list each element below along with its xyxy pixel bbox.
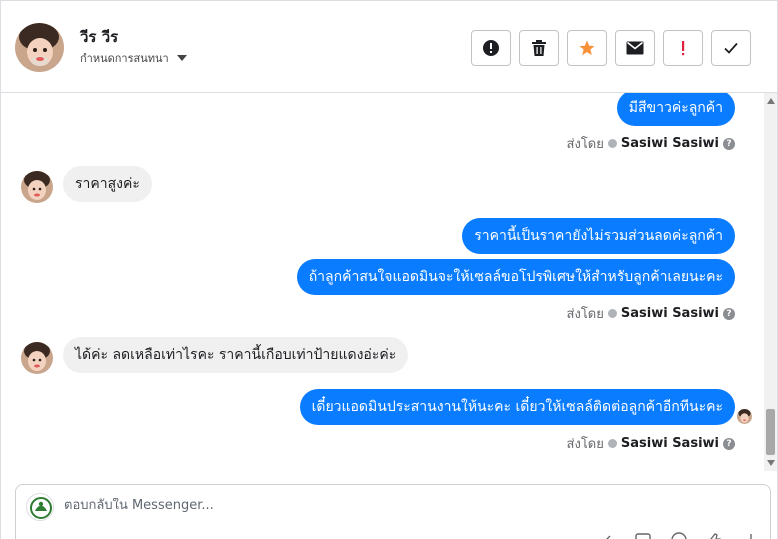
more-tools-icon[interactable] [742, 531, 760, 539]
agent-name: Sasiwi Sasiwi [620, 136, 719, 151]
agent-name: Sasiwi Sasiwi [620, 436, 719, 451]
assign-conversation-dropdown[interactable]: กำหนดการสนทนา [80, 49, 187, 67]
mark-done-button[interactable] [711, 30, 751, 66]
trash-icon [532, 40, 546, 56]
scroll-down-arrow-icon[interactable] [767, 460, 775, 466]
contact-avatar-small [21, 171, 53, 203]
verified-dot-icon [607, 139, 617, 148]
star-button[interactable] [567, 30, 607, 66]
verified-dot-icon [607, 439, 617, 448]
assign-label: กำหนดการสนทนา [80, 52, 169, 65]
outgoing-message[interactable]: ถ้าลูกค้าสนใจแอดมินจะให้เซลล์ขอโปรพิเศษใ… [296, 259, 735, 295]
contact-name[interactable]: วีร วีร [80, 25, 118, 49]
help-icon[interactable]: ? [723, 137, 735, 150]
check-icon [724, 42, 738, 54]
conversation-header: วีร วีร กำหนดการสนทนา [1, 1, 777, 93]
message-thread: มีสีขาวค่ะลูกค้า ส่งโดย Sasiwi Sasiwi ? … [1, 93, 777, 473]
agent-name: Sasiwi Sasiwi [620, 306, 719, 321]
verified-dot-icon [607, 309, 617, 318]
sent-by-info: ส่งโดย Sasiwi Sasiwi ? [567, 133, 735, 154]
reply-input[interactable] [64, 498, 664, 513]
help-icon[interactable]: ? [723, 307, 735, 320]
messenger-inbox: วีร วีร กำหนดการสนทนา มีสีขาวค่ะลูกค้า ส… [0, 0, 778, 539]
sent-by-label: ส่งโดย [566, 137, 604, 152]
scroll-thumb[interactable] [766, 409, 775, 455]
emoji-icon[interactable] [670, 531, 688, 539]
outgoing-message[interactable]: มีสีขาวค่ะลูกค้า [616, 93, 735, 126]
seen-avatar [737, 409, 752, 424]
sent-by-info: ส่งโดย Sasiwi Sasiwi ? [567, 433, 735, 454]
page-logo-avatar [26, 493, 54, 521]
alert-circle-icon [483, 40, 499, 56]
like-icon[interactable] [706, 531, 724, 539]
follow-up-button[interactable] [663, 30, 703, 66]
contact-avatar[interactable] [15, 23, 64, 72]
conversation-actions [471, 30, 751, 66]
composer-tools [598, 531, 760, 539]
contact-avatar-small [21, 342, 53, 374]
sent-by-info: ส่งโดย Sasiwi Sasiwi ? [567, 303, 735, 324]
mark-unread-button[interactable] [615, 30, 655, 66]
star-icon [579, 40, 595, 56]
caret-down-icon [176, 55, 187, 61]
delete-button[interactable] [519, 30, 559, 66]
incoming-message[interactable]: ได้ค่ะ ลดเหลือเท่าไรคะ ราคานี้เกือบเท่าป… [63, 337, 409, 373]
help-icon[interactable]: ? [723, 437, 735, 450]
sent-by-label: ส่งโดย [566, 307, 604, 322]
incoming-message[interactable]: ราคาสูงค่ะ [63, 166, 152, 202]
outgoing-message[interactable]: ราคานี้เป็นราคายังไม่รวมส่วนลดค่ะลูกค้า [462, 218, 735, 254]
envelope-icon [626, 41, 644, 55]
thread-scrollbar[interactable] [764, 93, 777, 471]
outgoing-message[interactable]: เดี๋ยวแอดมินประสานงานให้นะคะ เดี๋ยวให้เซ… [299, 389, 735, 425]
saved-reply-icon[interactable] [634, 531, 652, 539]
sent-by-label: ส่งโดย [566, 437, 604, 452]
exclamation-icon [682, 41, 685, 56]
attachment-icon[interactable] [598, 531, 616, 539]
spam-button[interactable] [471, 30, 511, 66]
reply-composer [15, 484, 771, 539]
scroll-up-arrow-icon[interactable] [767, 98, 775, 104]
